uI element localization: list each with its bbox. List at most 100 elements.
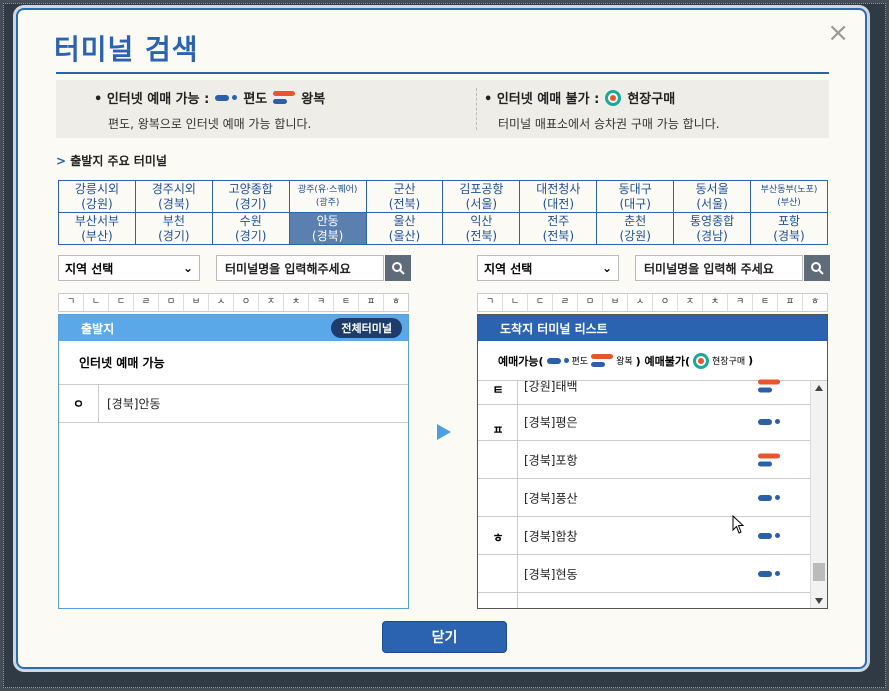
consonant-filter-item[interactable]: ㅈ — [678, 294, 703, 311]
terminal-cell[interactable]: 춘천 (강원) — [596, 212, 675, 245]
terminal-cell[interactable]: 익산 (전북) — [442, 212, 521, 245]
consonant-filter-item[interactable]: ㅅ — [209, 294, 234, 311]
onsite-purchase-icon — [605, 89, 622, 106]
terminal-cell[interactable]: 안동 (경북) — [288, 212, 367, 245]
consonant-filter-item[interactable]: ㅇ — [234, 294, 259, 311]
consonant-filter-item[interactable]: ㄷ — [528, 294, 553, 311]
arrival-search-button[interactable] — [804, 255, 830, 281]
roundtrip-icon — [273, 90, 296, 105]
consonant-filter-item[interactable]: ㅌ — [753, 294, 778, 311]
list-item[interactable]: ㅇ [경북]안동 — [59, 384, 408, 423]
terminal-region: (서울) — [696, 196, 728, 211]
departure-search-button[interactable] — [385, 255, 411, 281]
consonant-filter-item[interactable]: ㅈ — [259, 294, 284, 311]
consonant-filter-item[interactable]: ㅅ — [628, 294, 653, 311]
available-desc: 편도, 왕복으로 인터넷 예매 가능 합니다. — [108, 117, 312, 131]
scroll-thumb[interactable] — [813, 563, 825, 581]
available-label: • 인터넷 예매 가능 : — [94, 92, 210, 107]
list-item[interactable]: [경북]현동 — [478, 555, 810, 593]
terminal-region: (경기) — [158, 228, 190, 243]
departure-region-select[interactable]: 지역 선택 ⌄ — [58, 255, 200, 281]
list-item[interactable]: [경북]평은 — [478, 403, 810, 441]
terminal-cell[interactable]: 강릉시외 (강원) — [58, 180, 136, 213]
list-item[interactable]: [경북]포항 — [478, 441, 810, 479]
arrival-terminal-name: [경북]현동 — [524, 567, 578, 581]
consonant-filter-item[interactable]: ㅎ — [803, 294, 827, 311]
terminal-cell[interactable]: 전주 (전북) — [519, 212, 598, 245]
consonant-filter-item[interactable]: ㅋ — [728, 294, 753, 311]
consonant-filter-item[interactable]: ㅁ — [159, 294, 184, 311]
terminal-cell[interactable]: 대전청사 (대전) — [519, 180, 598, 213]
close-icon[interactable]: × — [827, 20, 849, 46]
consonant-filter-item[interactable]: ㅎ — [384, 294, 408, 311]
chevron-down-icon: ⌄ — [601, 261, 612, 275]
terminal-cell[interactable]: 울산 (울산) — [365, 212, 444, 245]
arrival-header: 도착지 터미널 리스트 — [478, 315, 827, 341]
legend-round: 왕복 — [616, 357, 633, 367]
arrival-terminal-name: [경북]평은 — [524, 415, 578, 429]
consonant-filter-item[interactable]: ㅂ — [184, 294, 209, 311]
consonant-filter-item[interactable]: ㅊ — [703, 294, 728, 311]
list-item[interactable]: [경북]함창 — [478, 517, 810, 555]
terminal-cell[interactable]: 고양종합 (경기) — [211, 180, 290, 213]
departure-search-input[interactable]: 터미널명을 입력해주세요 — [216, 255, 384, 281]
terminal-name: 경주시외 — [151, 181, 196, 196]
terminal-cell[interactable]: 부천 (경기) — [134, 212, 213, 245]
terminal-region: (강원) — [81, 196, 113, 211]
terminal-cell[interactable]: 부산서부 (부산) — [58, 212, 136, 245]
arrow-right-icon — [437, 424, 451, 440]
chevron-right-icon: > — [56, 154, 71, 168]
oneway-icon — [758, 418, 780, 425]
arrival-search-input[interactable]: 터미널명을 입력해 주세요 — [635, 255, 803, 281]
terminal-cell[interactable]: 군산 (전북) — [365, 180, 444, 213]
consonant-filter-item[interactable]: ㅌ — [334, 294, 359, 311]
arrival-region-select[interactable]: 지역 선택 ⌄ — [477, 255, 619, 281]
terminal-cell[interactable]: 광주(유·스퀘어) (광주) — [288, 180, 367, 213]
consonant-filter-item[interactable]: ㄹ — [134, 294, 159, 311]
onsite-label: 현장구매 — [627, 92, 676, 107]
consonant-filter-item[interactable]: ㄴ — [84, 294, 109, 311]
terminal-cell[interactable]: 통영종합 (경남) — [673, 212, 752, 245]
oneway-icon — [215, 94, 238, 101]
terminal-cell[interactable]: 동대구 (대구) — [596, 180, 675, 213]
oneway-icon — [758, 494, 780, 501]
terminal-region: (전북) — [465, 228, 498, 243]
terminal-cell[interactable]: 김포공항 (서울) — [442, 180, 521, 213]
arrival-scrollbar[interactable] — [810, 381, 827, 608]
departure-panel: 출발지 전체터미널 인터넷 예매 가능 ㅇ [경북]안동 — [58, 314, 409, 609]
terminal-cell[interactable]: 경주시외 (경북) — [134, 180, 213, 213]
consonant-filter-item[interactable]: ㄱ — [478, 294, 503, 311]
terminal-region: (광주) — [315, 197, 340, 208]
consonant-filter-item[interactable]: ㅂ — [603, 294, 628, 311]
list-item[interactable]: [강원]태백 — [478, 367, 810, 405]
scroll-up-icon[interactable] — [815, 385, 823, 391]
departure-region-label: 지역 선택 — [65, 261, 114, 276]
search-icon — [811, 262, 824, 275]
terminal-region: (경북) — [311, 228, 344, 243]
all-terminals-button[interactable]: 전체터미널 — [331, 318, 402, 338]
modal-title: 터미널 검색 — [54, 33, 199, 66]
consonant-filter-item[interactable]: ㄹ — [553, 294, 578, 311]
consonant-filter-item[interactable]: ㄷ — [109, 294, 134, 311]
consonant-filter-item[interactable]: ㄱ — [59, 294, 84, 311]
arrival-terminal-list: ㅌㅍㅎ [강원]태백 [경북]평은 [경북]포항 [경북]풍산 [경북]함창 [경북]현동 — [478, 379, 810, 608]
title-divider — [56, 72, 829, 74]
consonant-filter-item[interactable]: ㅇ — [653, 294, 678, 311]
scroll-down-icon[interactable] — [815, 598, 823, 604]
terminal-cell[interactable]: 동서울 (서울) — [673, 180, 752, 213]
consonant-filter-item[interactable]: ㅁ — [578, 294, 603, 311]
consonant-filter-item[interactable]: ㅋ — [309, 294, 334, 311]
terminal-region: (경기) — [235, 196, 267, 211]
departure-sub-label: 인터넷 예매 가능 — [59, 341, 408, 385]
consonant-filter-item[interactable]: ㅍ — [359, 294, 384, 311]
consonant-filter-item[interactable]: ㄴ — [503, 294, 528, 311]
list-item[interactable]: [경북]풍산 — [478, 479, 810, 517]
booking-info-box: • 인터넷 예매 가능 : 편도 왕복 편도, 왕복으로 인터넷 예매 가능 합… — [56, 80, 829, 138]
terminal-cell[interactable]: 포항 (경북) — [750, 212, 828, 245]
consonant-filter-item[interactable]: ㅍ — [778, 294, 803, 311]
terminal-cell[interactable]: 수원 (경기) — [211, 212, 290, 245]
consonant-filter-item[interactable]: ㅊ — [284, 294, 309, 311]
arrival-panel: 도착지 터미널 리스트 예매가능( 편도 왕복 ) 예매불가( 현장구매 ) ㅌ… — [477, 314, 828, 609]
terminal-cell[interactable]: 부산동부(노포) (부산) — [750, 180, 828, 213]
close-button[interactable]: 닫기 — [382, 621, 507, 653]
